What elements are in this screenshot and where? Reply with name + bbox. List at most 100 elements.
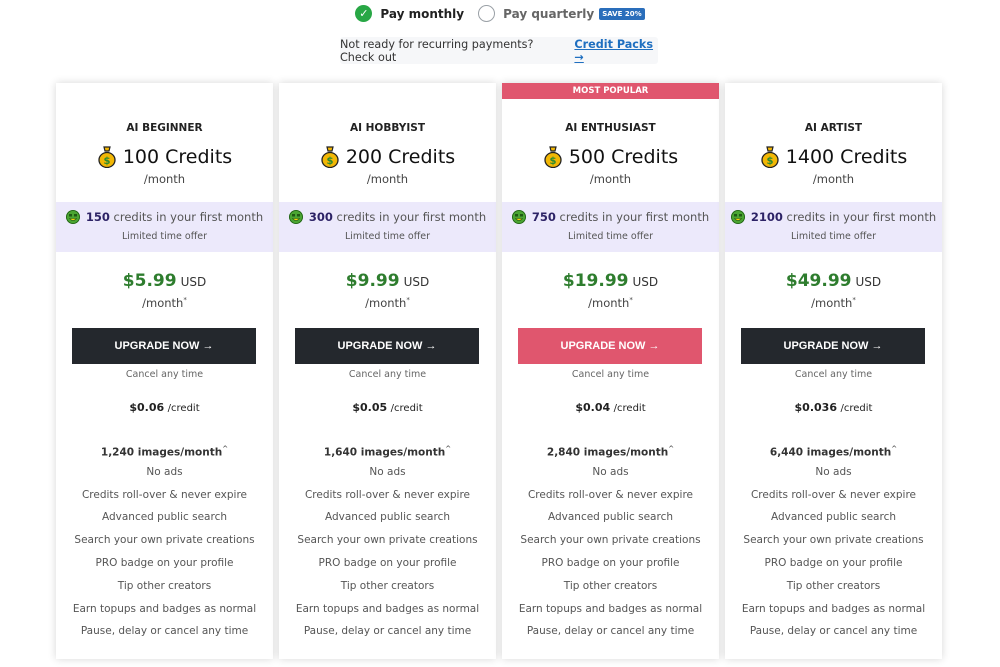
upgrade-now-button[interactable]: UPGRADE NOW → [518,328,702,364]
feature-item: No ads [815,465,852,478]
feature-item: Advanced public search [547,511,673,524]
plan-credits: $ 200 Credits [279,146,496,168]
billing-period-toggle: ✓ Pay monthly Pay quarterly SAVE 20% [0,5,1000,22]
money-mouth-face-icon [288,210,303,224]
feature-item: Search your own private creations [74,534,255,547]
plan-card-ai-hobbyist: AI HOBBYIST $ 200 Credits /month 300 cre… [279,83,496,659]
feature-item: Tip other creators [340,579,435,592]
feature-item: No ads [146,465,183,478]
money-mouth-face-icon [65,210,80,224]
plan-credits: $ 100 Credits [56,146,273,168]
cancel-any-time-note: Cancel any time [794,369,873,380]
credits-amount: 200 Credits [345,146,456,168]
feature-item: PRO badge on your profile [541,556,680,569]
offer-credits: 150 [85,210,110,224]
feature-item: Credits roll-over & never expire [527,488,694,501]
upgrade-now-button[interactable]: UPGRADE NOW → [295,328,479,364]
offer-credits: 300 [308,210,333,224]
credits-amount: 100 Credits [122,146,233,168]
money-mouth-face-icon [730,210,745,224]
images-per-month: 2,840 images/month^ [546,445,675,459]
price-footnote-mark: * [183,296,187,305]
money-bag-icon: $ [98,146,116,168]
price-period: /month* [588,296,633,310]
price-period: /month* [142,296,187,310]
price-amount: $9.99 [345,271,400,291]
feature-item: Search your own private creations [297,534,478,547]
plan-price: $5.99 USD [56,271,273,291]
price-currency: USD [403,275,430,289]
feature-item: No ads [369,465,406,478]
first-month-offer: 2100 credits in your first month Limited… [725,202,942,252]
pay-monthly-option[interactable]: ✓ Pay monthly [355,5,464,22]
cancel-any-time-note: Cancel any time [571,369,650,380]
price-footnote-mark: * [852,296,856,305]
upgrade-now-button[interactable]: UPGRADE NOW → [741,328,925,364]
price-amount: $5.99 [122,271,177,291]
svg-text:$: $ [549,156,556,167]
credits-period: /month [143,172,186,186]
svg-text:$: $ [326,156,333,167]
pay-quarterly-label[interactable]: Pay quarterly [503,7,594,21]
feature-item: Earn topups and badges as normal [518,602,703,615]
feature-item: Tip other creators [117,579,212,592]
feature-item: PRO badge on your profile [764,556,903,569]
plan-name: AI HOBBYIST [349,122,426,134]
cancel-any-time-note: Cancel any time [125,369,204,380]
feature-item: Advanced public search [324,511,450,524]
images-per-month: 1,640 images/month^ [323,445,452,459]
plan-price: $9.99 USD [279,271,496,291]
feature-item: Tip other creators [786,579,881,592]
offer-subtext: Limited time offer [567,231,654,242]
first-month-offer: 150 credits in your first month Limited … [56,202,273,252]
pay-monthly-label[interactable]: Pay monthly [380,7,464,21]
feature-item: No ads [592,465,629,478]
feature-item: Earn topups and badges as normal [741,602,926,615]
price-per-credit: $0.036 /credit [794,401,873,414]
images-per-month: 6,440 images/month^ [769,445,898,459]
svg-text:$: $ [766,156,773,167]
price-amount: $49.99 [785,271,852,291]
offer-subtext: Limited time offer [790,231,877,242]
plan-price: $49.99 USD [725,271,942,291]
offer-subtext: Limited time offer [344,231,431,242]
plan-name: AI BEGINNER [126,122,203,134]
price-footnote-mark: * [629,296,633,305]
feature-item: Earn topups and badges as normal [72,602,257,615]
feature-item: Advanced public search [101,511,227,524]
upgrade-now-button[interactable]: UPGRADE NOW → [72,328,256,364]
price-currency: USD [855,275,882,289]
feature-item: Advanced public search [770,511,896,524]
money-bag-icon: $ [544,146,562,168]
feature-item: Search your own private creations [743,534,924,547]
credit-packs-note: Not ready for recurring payments? Check … [340,37,658,64]
offer-text: credits in your first month [786,210,937,224]
price-footnote-mark: * [406,296,410,305]
pay-quarterly-option[interactable]: Pay quarterly SAVE 20% [478,5,645,22]
plan-card-ai-artist: AI ARTIST $ 1400 Credits /month 2100 cre… [725,83,942,659]
feature-item: Credits roll-over & never expire [304,488,471,501]
offer-credits: 2100 [750,210,783,224]
plan-credits: $ 500 Credits [502,146,719,168]
feature-item: Pause, delay or cancel any time [80,625,249,638]
check-circle-icon[interactable]: ✓ [355,5,373,22]
plan-credits: $ 1400 Credits [725,146,942,168]
svg-text:$: $ [103,156,110,167]
price-currency: USD [180,275,207,289]
price-per-credit: $0.04 /credit [575,401,646,414]
feature-item: Pause, delay or cancel any time [303,625,472,638]
price-amount: $19.99 [562,271,629,291]
feature-item: Pause, delay or cancel any time [526,625,695,638]
plan-name: AI ENTHUSIAST [565,122,656,134]
feature-list: 2,840 images/month^ No ads Credits roll-o… [502,438,719,643]
feature-item: Credits roll-over & never expire [750,488,917,501]
feature-item: Search your own private creations [520,534,701,547]
price-per-credit: $0.05 /credit [352,401,423,414]
plan-name: AI ARTIST [804,122,863,134]
feature-list: 1,640 images/month^ No ads Credits roll-o… [279,438,496,643]
price-per-credit: $0.06 /credit [129,401,200,414]
credit-packs-link[interactable]: Credit Packs → [574,38,658,64]
empty-radio-icon[interactable] [478,5,496,22]
offer-subtext: Limited time offer [121,231,208,242]
plan-card-ai-enthusiast: MOST POPULAR AI ENTHUSIAST $ 500 Credits… [502,83,719,659]
